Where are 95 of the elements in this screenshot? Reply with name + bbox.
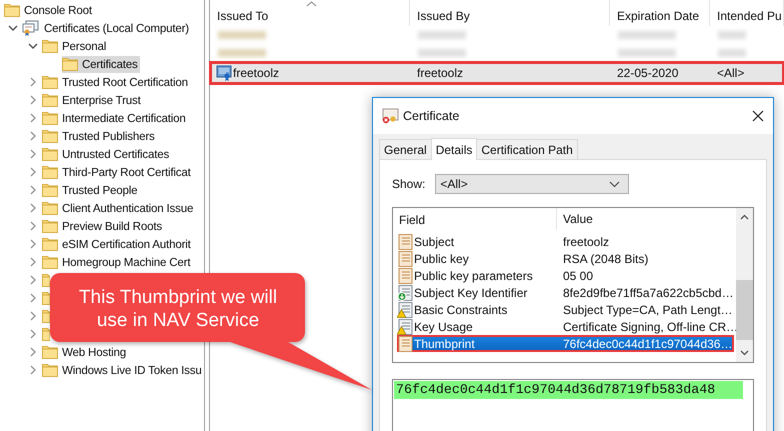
field-value: Subject Type=CA, Path Lengt… [563,302,733,316]
folder-icon [42,273,50,287]
table-cell: freetoolz [233,66,280,80]
tree-item[interactable]: Certificates (Local Computer) [22,20,191,36]
folder-icon [62,57,78,71]
scrollbar[interactable] [736,208,753,362]
list-item[interactable]: Basic Constraints Subject Type=CA, Path Lengt… [397,301,734,318]
document-warning-icon [397,318,413,334]
list-item[interactable]: Public key parameters 05 00 [397,267,734,284]
folder-icon [42,219,58,233]
value-field[interactable]: 76fc4dec0c44d1f1c97044d36d78719fb583da48 [392,379,754,431]
folder-icon [42,201,58,215]
field-value: 05 00 [563,268,594,282]
column-header[interactable]: Issued To [210,0,410,26]
document-warning-icon [397,302,413,318]
folder-icon [42,255,58,269]
document-download-icon [397,284,413,300]
list-item[interactable]: Subject Key Identifier 8fe2d9fbe71ff5a7a622cb5cbd… [397,284,734,301]
show-label: Show: [392,177,426,191]
folder-icon [42,129,58,143]
field-name: Key Usage [414,320,474,334]
folder-icon [42,237,58,251]
tree-item[interactable]: Trusted Root Certification [42,74,190,90]
tree-item[interactable]: Console Root [4,2,94,18]
column-header[interactable]: Value [557,208,593,231]
tree-item[interactable]: Personal [42,38,108,54]
tree-item[interactable]: Untrusted Certificates [42,146,172,162]
folder-icon [42,93,58,107]
tree-item[interactable]: Trusted People [42,182,140,198]
tree-item[interactable]: Windows Live ID Token Issu [42,362,204,378]
tree-item[interactable]: Third-Party Root Certificat [42,164,193,180]
document-icon [397,234,413,250]
tab[interactable]: Certification Path [476,139,578,159]
folder-icon [42,345,58,359]
certificate-icon [216,65,232,81]
folder-icon [42,111,58,125]
field-name: Subject [414,234,456,248]
callout-tooltip-text: This Thumbprint we will use in NAV Service [78,286,278,332]
chevron-icon[interactable] [8,24,18,32]
document-icon [397,336,413,352]
certificate-row[interactable]: freetoolz freetoolz 22-05-2020 <All> [210,62,784,84]
document-icon [397,250,413,266]
field-value: RSA (2048 Bits) [563,252,648,266]
folder-icon [42,291,50,305]
show-dropdown[interactable]: <All> [435,174,630,194]
list-item[interactable]: Thumbprint 76fc4dec0c44d1f1c97044d36… [397,335,734,352]
certificate-store-icon [22,20,40,36]
tree-item[interactable]: Preview Build Roots [42,218,164,234]
tree-item[interactable]: Intermediate Certification [42,110,188,126]
table-cell: <All> [717,66,744,80]
dialog-title: Certificate [403,109,460,123]
folder-icon [42,363,58,377]
thumbprint-text: 76fc4dec0c44d1f1c97044d36d78719fb583da48 [394,381,744,399]
certificate-icon [381,108,399,124]
folder-icon [42,75,58,89]
folder-icon [42,327,50,341]
column-header[interactable]: Field [393,208,557,230]
chevron-icon[interactable] [28,42,38,50]
folder-icon [42,147,58,161]
tree-item[interactable]: Enterprise Trust [42,92,143,108]
folder-icon [42,39,58,53]
field-value: 8fe2d9fbe71ff5a7a622cb5cbd… [563,286,734,300]
field-name: Subject Key Identifier [414,286,528,300]
scroll-down-icon[interactable] [740,350,749,356]
sort-ascending-icon [306,1,317,7]
column-header[interactable]: Issued By [410,0,610,26]
tree-item[interactable]: Trusted Publishers [42,128,157,144]
scroll-up-icon[interactable] [740,214,749,220]
tab[interactable]: Details [430,138,478,160]
folder-icon [42,165,58,179]
field-value: 76fc4dec0c44d1f1c97044d36… [563,336,732,350]
tab[interactable]: General [379,139,432,159]
field-value: freetoolz [563,234,610,248]
document-icon [397,268,413,284]
folder-icon [42,183,58,197]
close-icon[interactable] [752,110,764,122]
tree-item[interactable]: Client Authentication Issue [42,200,196,216]
list-item[interactable]: Subject freetoolz [397,233,734,250]
field-name: Basic Constraints [414,302,508,316]
tree-item[interactable]: Web Hosting [42,344,128,360]
tree-item[interactable]: Homegroup Machine Cert [42,254,192,270]
field-name: Thumbprint [414,336,476,350]
folder-icon [4,3,20,17]
table-cell: 22-05-2020 [617,66,678,80]
scroll-thumb[interactable] [736,280,753,340]
list-item[interactable]: Public key RSA (2048 Bits) [397,250,734,267]
tree-item[interactable]: eSIM Certification Authorit [42,236,193,252]
column-header[interactable]: Expiration Date [610,0,710,26]
table-cell: freetoolz [417,66,464,80]
folder-icon [42,309,50,323]
column-header[interactable]: Intended Pu [710,0,784,26]
tree-item[interactable]: Certificates [62,56,140,72]
field-name: Public key [414,252,470,266]
field-name: Public key parameters [414,268,534,282]
chevron-icon [609,180,620,188]
